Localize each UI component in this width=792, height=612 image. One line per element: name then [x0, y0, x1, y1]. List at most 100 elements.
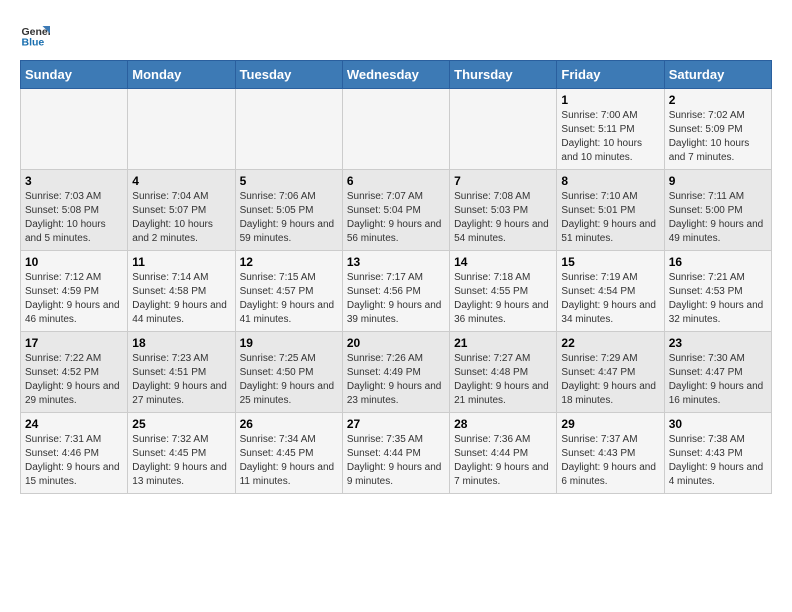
day-number: 7 [454, 174, 552, 188]
day-info: Sunrise: 7:15 AM Sunset: 4:57 PM Dayligh… [240, 271, 338, 327]
day-info: Sunrise: 7:25 AM Sunset: 4:50 PM Dayligh… [240, 352, 338, 408]
calendar-cell [21, 89, 128, 170]
svg-text:Blue: Blue [22, 37, 45, 49]
week-row-2: 3 Sunrise: 7:03 AM Sunset: 5:08 PM Daylig… [21, 170, 772, 251]
calendar-cell: 23 Sunrise: 7:30 AM Sunset: 4:47 PM Dayli… [664, 332, 771, 413]
calendar-cell [450, 89, 557, 170]
page-header: General Blue [20, 20, 772, 50]
day-info: Sunrise: 7:22 AM Sunset: 4:52 PM Dayligh… [25, 352, 123, 408]
day-number: 15 [561, 255, 659, 269]
day-info: Sunrise: 7:11 AM Sunset: 5:00 PM Dayligh… [669, 190, 767, 246]
week-row-4: 17 Sunrise: 7:22 AM Sunset: 4:52 PM Dayli… [21, 332, 772, 413]
day-number: 19 [240, 336, 338, 350]
day-info: Sunrise: 7:04 AM Sunset: 5:07 PM Dayligh… [132, 190, 230, 246]
day-number: 1 [561, 93, 659, 107]
day-info: Sunrise: 7:38 AM Sunset: 4:43 PM Dayligh… [669, 433, 767, 489]
calendar-cell: 26Sunrise: 7:34 AM Sunset: 4:45 PM Dayli… [235, 413, 342, 494]
calendar-cell: 21 Sunrise: 7:27 AM Sunset: 4:48 PM Dayli… [450, 332, 557, 413]
day-number: 24 [25, 417, 123, 431]
logo: General Blue [20, 20, 54, 50]
day-info: Sunrise: 7:00 AM Sunset: 5:11 PM Dayligh… [561, 109, 659, 165]
weekday-header-wednesday: Wednesday [342, 61, 449, 89]
calendar-cell: 12 Sunrise: 7:15 AM Sunset: 4:57 PM Dayli… [235, 251, 342, 332]
calendar-cell: 25Sunrise: 7:32 AM Sunset: 4:45 PM Dayli… [128, 413, 235, 494]
week-row-5: 24 Sunrise: 7:31 AM Sunset: 4:46 PM Dayli… [21, 413, 772, 494]
calendar-cell: 2Sunrise: 7:02 AM Sunset: 5:09 PM Daylig… [664, 89, 771, 170]
weekday-header-saturday: Saturday [664, 61, 771, 89]
calendar-cell: 14 Sunrise: 7:18 AM Sunset: 4:55 PM Dayli… [450, 251, 557, 332]
calendar-cell: 11 Sunrise: 7:14 AM Sunset: 4:58 PM Dayli… [128, 251, 235, 332]
day-info: Sunrise: 7:36 AM Sunset: 4:44 PM Dayligh… [454, 433, 552, 489]
calendar-cell: 8 Sunrise: 7:10 AM Sunset: 5:01 PM Daylig… [557, 170, 664, 251]
day-number: 29 [561, 417, 659, 431]
calendar-cell: 22 Sunrise: 7:29 AM Sunset: 4:47 PM Dayli… [557, 332, 664, 413]
day-info: Sunrise: 7:02 AM Sunset: 5:09 PM Dayligh… [669, 109, 767, 165]
day-number: 23 [669, 336, 767, 350]
day-info: Sunrise: 7:30 AM Sunset: 4:47 PM Dayligh… [669, 352, 767, 408]
day-number: 17 [25, 336, 123, 350]
day-info: Sunrise: 7:26 AM Sunset: 4:49 PM Dayligh… [347, 352, 445, 408]
weekday-header-row: SundayMondayTuesdayWednesdayThursdayFrid… [21, 61, 772, 89]
day-info: Sunrise: 7:21 AM Sunset: 4:53 PM Dayligh… [669, 271, 767, 327]
calendar-cell: 4 Sunrise: 7:04 AM Sunset: 5:07 PM Daylig… [128, 170, 235, 251]
day-info: Sunrise: 7:08 AM Sunset: 5:03 PM Dayligh… [454, 190, 552, 246]
calendar-table: SundayMondayTuesdayWednesdayThursdayFrid… [20, 60, 772, 494]
calendar-cell: 19 Sunrise: 7:25 AM Sunset: 4:50 PM Dayli… [235, 332, 342, 413]
day-number: 11 [132, 255, 230, 269]
calendar-cell: 6Sunrise: 7:07 AM Sunset: 5:04 PM Daylig… [342, 170, 449, 251]
day-number: 5 [240, 174, 338, 188]
weekday-header-monday: Monday [128, 61, 235, 89]
day-info: Sunrise: 7:23 AM Sunset: 4:51 PM Dayligh… [132, 352, 230, 408]
day-number: 30 [669, 417, 767, 431]
day-info: Sunrise: 7:32 AM Sunset: 4:45 PM Dayligh… [132, 433, 230, 489]
weekday-header-friday: Friday [557, 61, 664, 89]
day-number: 8 [561, 174, 659, 188]
calendar-cell: 17 Sunrise: 7:22 AM Sunset: 4:52 PM Dayli… [21, 332, 128, 413]
day-number: 4 [132, 174, 230, 188]
calendar-cell: 13 Sunrise: 7:17 AM Sunset: 4:56 PM Dayli… [342, 251, 449, 332]
day-info: Sunrise: 7:27 AM Sunset: 4:48 PM Dayligh… [454, 352, 552, 408]
day-number: 18 [132, 336, 230, 350]
calendar-cell: 20Sunrise: 7:26 AM Sunset: 4:49 PM Dayli… [342, 332, 449, 413]
day-info: Sunrise: 7:03 AM Sunset: 5:08 PM Dayligh… [25, 190, 123, 246]
day-number: 21 [454, 336, 552, 350]
day-number: 10 [25, 255, 123, 269]
calendar-cell: 18 Sunrise: 7:23 AM Sunset: 4:51 PM Dayli… [128, 332, 235, 413]
day-info: Sunrise: 7:10 AM Sunset: 5:01 PM Dayligh… [561, 190, 659, 246]
calendar-cell: 16 Sunrise: 7:21 AM Sunset: 4:53 PM Dayli… [664, 251, 771, 332]
day-number: 16 [669, 255, 767, 269]
calendar-cell: 28 Sunrise: 7:36 AM Sunset: 4:44 PM Dayli… [450, 413, 557, 494]
day-info: Sunrise: 7:17 AM Sunset: 4:56 PM Dayligh… [347, 271, 445, 327]
day-info: Sunrise: 7:19 AM Sunset: 4:54 PM Dayligh… [561, 271, 659, 327]
calendar-cell: 7 Sunrise: 7:08 AM Sunset: 5:03 PM Daylig… [450, 170, 557, 251]
day-number: 14 [454, 255, 552, 269]
week-row-3: 10Sunrise: 7:12 AM Sunset: 4:59 PM Dayli… [21, 251, 772, 332]
weekday-header-thursday: Thursday [450, 61, 557, 89]
calendar-cell: 30 Sunrise: 7:38 AM Sunset: 4:43 PM Dayli… [664, 413, 771, 494]
calendar-cell: 5 Sunrise: 7:06 AM Sunset: 5:05 PM Daylig… [235, 170, 342, 251]
day-number: 26 [240, 417, 338, 431]
day-info: Sunrise: 7:31 AM Sunset: 4:46 PM Dayligh… [25, 433, 123, 489]
calendar-cell: 9 Sunrise: 7:11 AM Sunset: 5:00 PM Daylig… [664, 170, 771, 251]
day-number: 22 [561, 336, 659, 350]
calendar-cell: 1 Sunrise: 7:00 AM Sunset: 5:11 PM Daylig… [557, 89, 664, 170]
calendar-cell [128, 89, 235, 170]
day-number: 12 [240, 255, 338, 269]
calendar-cell: 29 Sunrise: 7:37 AM Sunset: 4:43 PM Dayli… [557, 413, 664, 494]
day-info: Sunrise: 7:07 AM Sunset: 5:04 PM Dayligh… [347, 190, 445, 246]
day-info: Sunrise: 7:35 AM Sunset: 4:44 PM Dayligh… [347, 433, 445, 489]
day-number: 9 [669, 174, 767, 188]
logo-icon: General Blue [20, 20, 50, 50]
day-info: Sunrise: 7:18 AM Sunset: 4:55 PM Dayligh… [454, 271, 552, 327]
day-info: Sunrise: 7:37 AM Sunset: 4:43 PM Dayligh… [561, 433, 659, 489]
day-number: 28 [454, 417, 552, 431]
weekday-header-sunday: Sunday [21, 61, 128, 89]
calendar-cell: 10Sunrise: 7:12 AM Sunset: 4:59 PM Dayli… [21, 251, 128, 332]
calendar-cell: 3 Sunrise: 7:03 AM Sunset: 5:08 PM Daylig… [21, 170, 128, 251]
day-info: Sunrise: 7:14 AM Sunset: 4:58 PM Dayligh… [132, 271, 230, 327]
day-number: 3 [25, 174, 123, 188]
day-info: Sunrise: 7:06 AM Sunset: 5:05 PM Dayligh… [240, 190, 338, 246]
day-number: 13 [347, 255, 445, 269]
weekday-header-tuesday: Tuesday [235, 61, 342, 89]
day-info: Sunrise: 7:29 AM Sunset: 4:47 PM Dayligh… [561, 352, 659, 408]
